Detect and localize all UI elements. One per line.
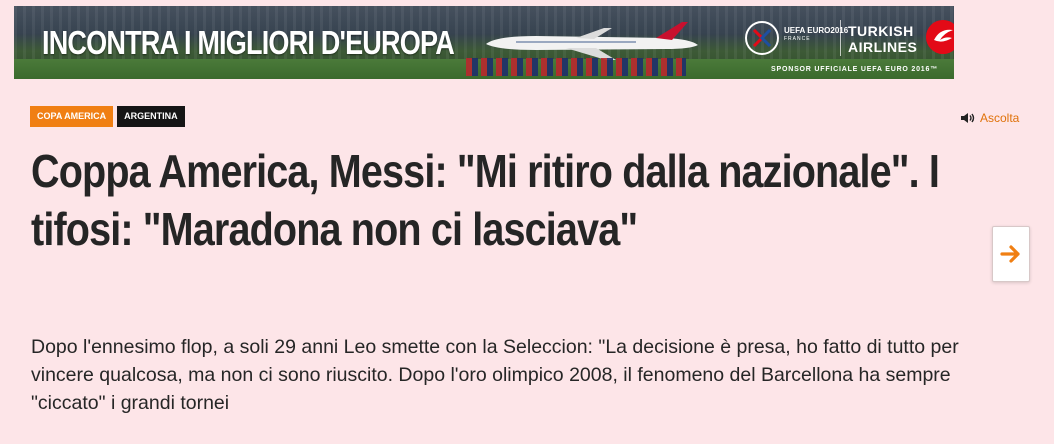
airline-line1: TURKISH xyxy=(848,23,914,39)
listen-button[interactable]: Ascolta xyxy=(960,111,1019,125)
banner-divider xyxy=(840,20,841,56)
arrow-right-icon xyxy=(1000,245,1020,263)
airline-line2: AIRLINES xyxy=(848,39,918,55)
euro2016-title: UEFA EURO2016 xyxy=(784,26,849,35)
article-tags: COPA AMERICA ARGENTINA xyxy=(30,106,185,127)
article-title: Coppa America, Messi: "Mi ritiro dalla n… xyxy=(31,142,951,258)
next-article-button[interactable] xyxy=(992,226,1030,282)
euro2016-label: UEFA EURO2016 FRANCE xyxy=(784,26,848,44)
listen-label: Ascolta xyxy=(980,111,1020,125)
banner-headline: INCONTRA I MIGLIORI D'EUROPA xyxy=(42,24,455,61)
speaker-icon xyxy=(961,113,975,123)
euro2016-sub: FRANCE xyxy=(784,36,811,42)
sponsor-text: SPONSOR UFFICIALE UEFA EURO 2016™ xyxy=(771,66,938,73)
tag-copa-america[interactable]: COPA AMERICA xyxy=(30,106,114,127)
tag-argentina[interactable]: ARGENTINA xyxy=(117,106,185,127)
players-lineup-image xyxy=(466,58,686,76)
article-title-text: Coppa America, Messi: "Mi ritiro dalla n… xyxy=(31,145,940,255)
ad-banner[interactable]: INCONTRA I MIGLIORI D'EUROPA UEFA EURO20… xyxy=(14,6,954,79)
euro2016-logo-icon xyxy=(745,21,779,55)
turkish-airlines-logo-icon xyxy=(926,20,954,54)
article-summary: Dopo l'ennesimo flop, a soli 29 anni Leo… xyxy=(31,336,959,414)
airplane-image xyxy=(486,22,698,60)
turkish-airlines-wordmark: TURKISH AIRLINES xyxy=(848,23,917,55)
